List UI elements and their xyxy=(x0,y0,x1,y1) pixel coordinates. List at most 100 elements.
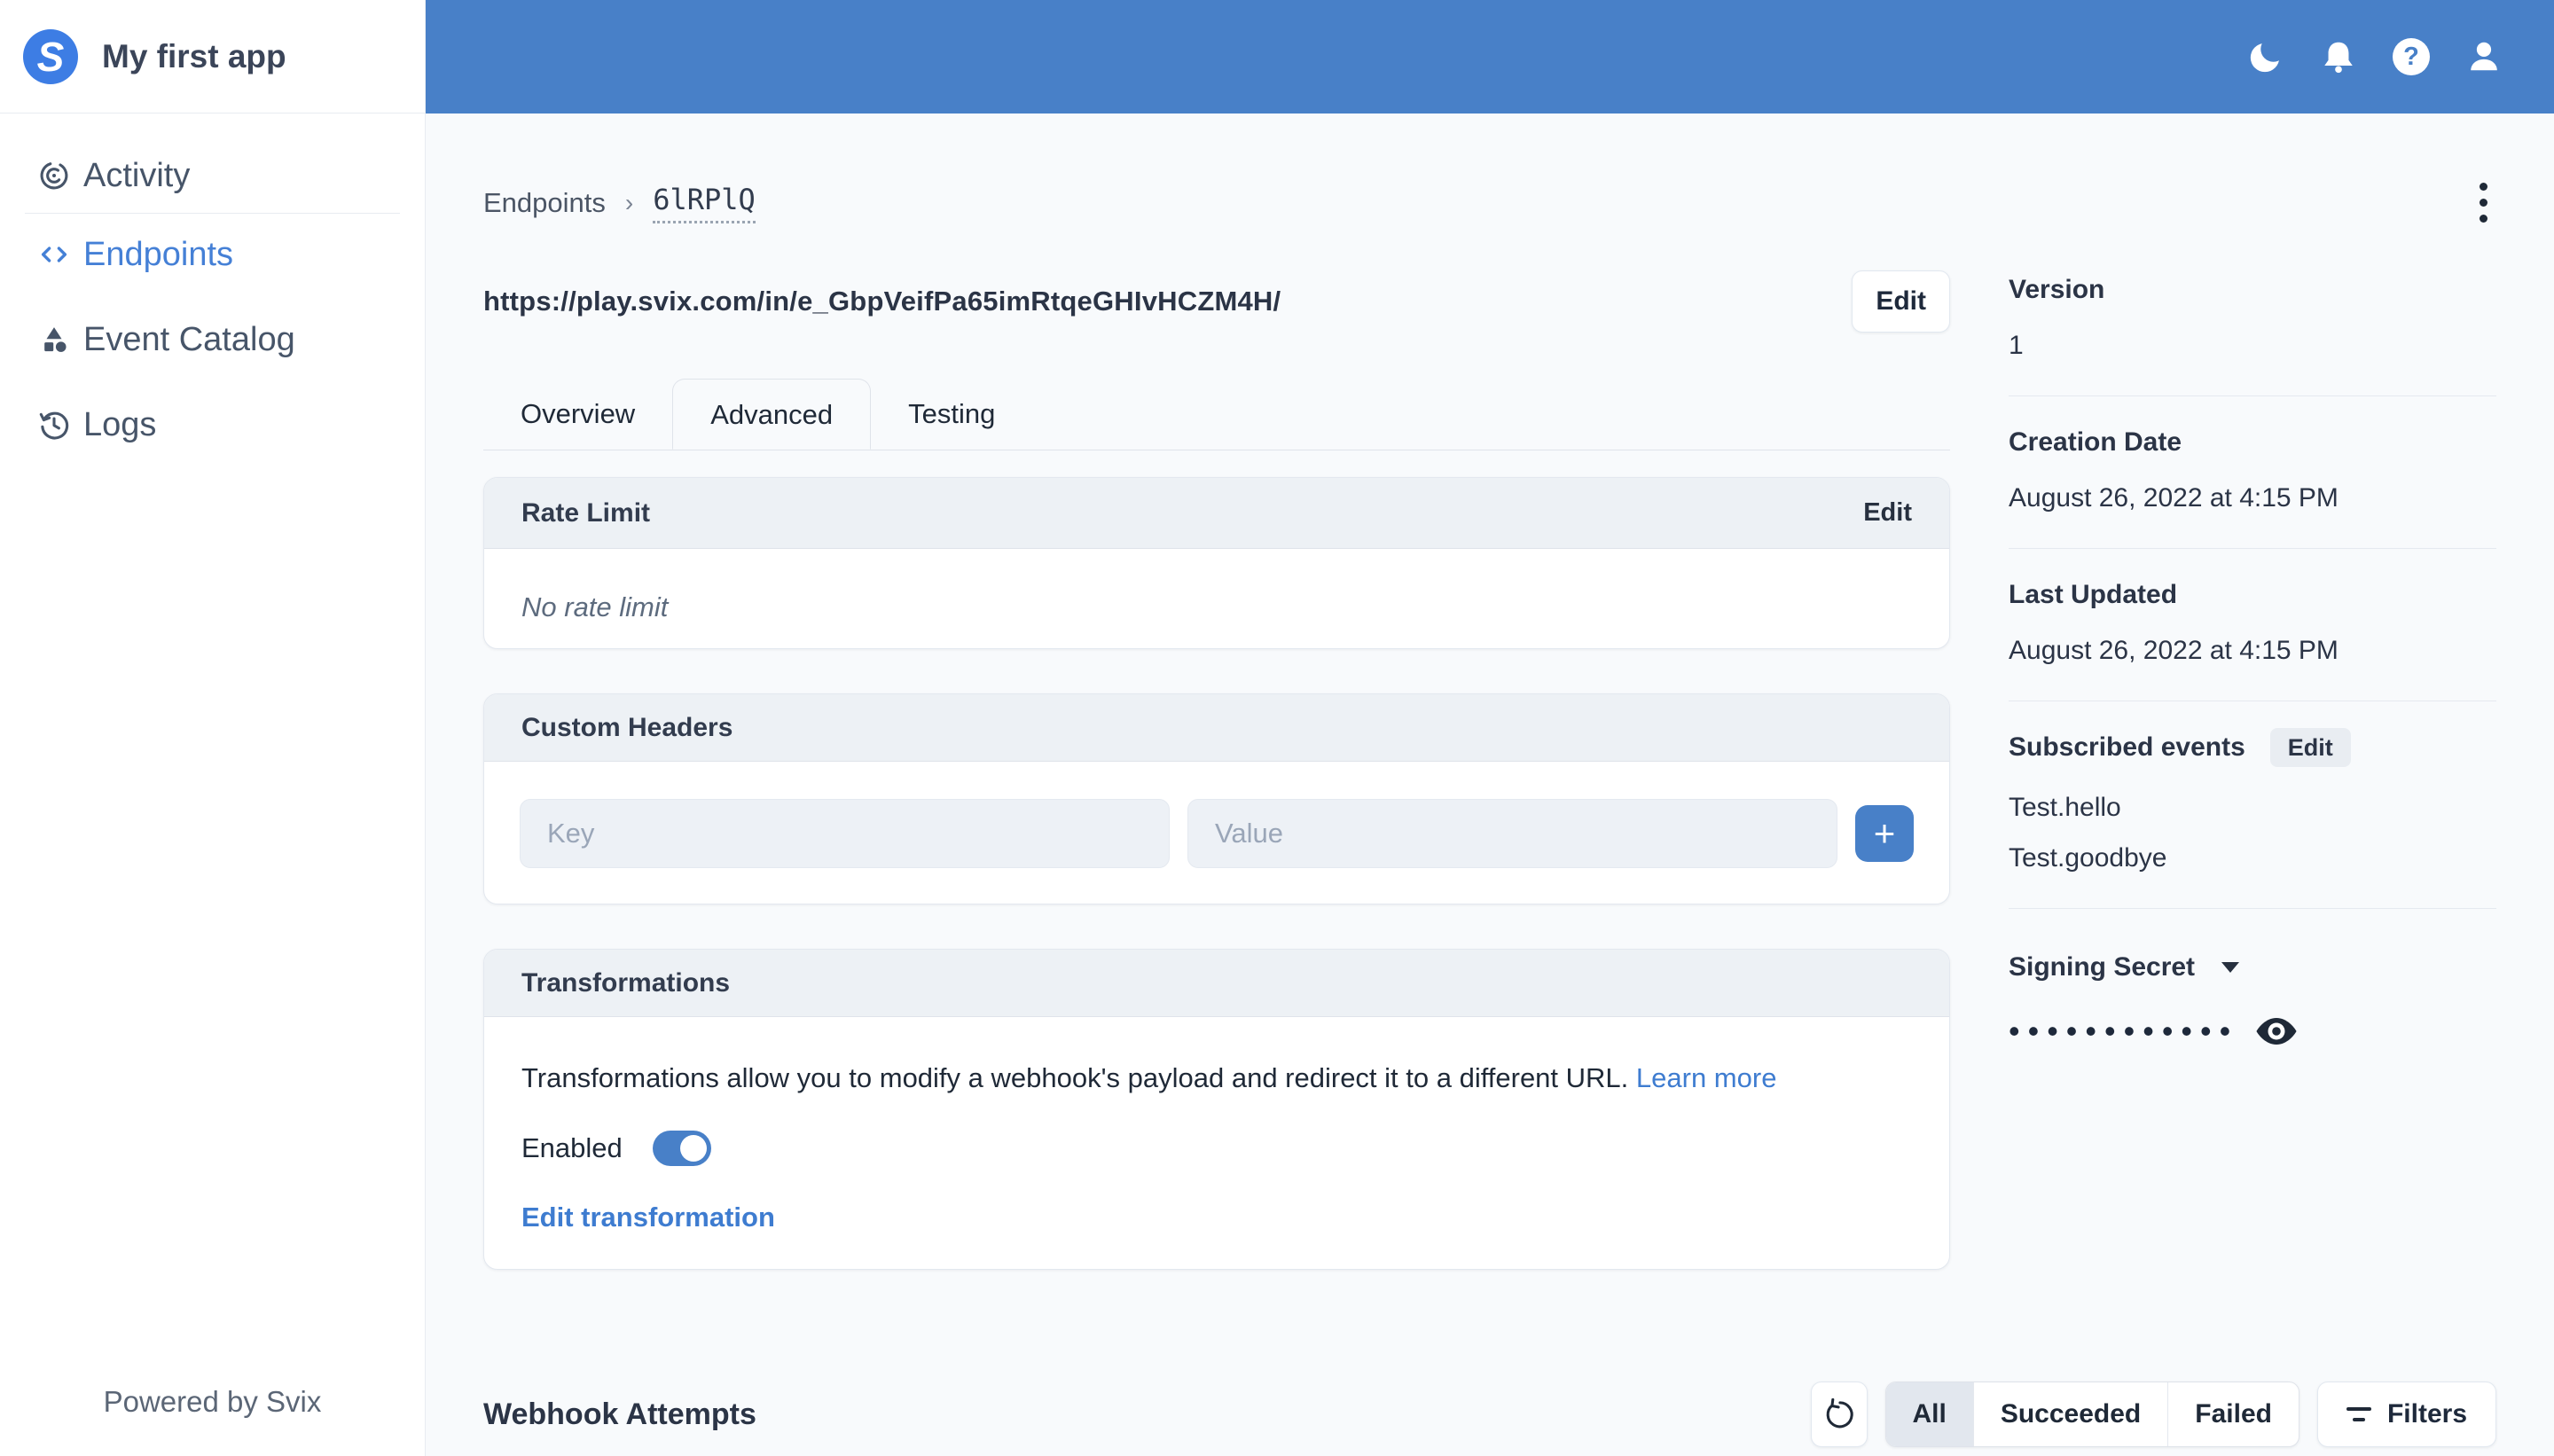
help-question-glyph: ? xyxy=(2393,38,2430,75)
app-root: S My first app Activity Endpoints Event … xyxy=(0,0,2554,1456)
custom-headers-header: Custom Headers xyxy=(484,694,1949,762)
refresh-button[interactable] xyxy=(1810,1382,1868,1447)
subscribed-event-item: Test.hello xyxy=(2009,793,2121,822)
activity-icon xyxy=(39,160,69,191)
attempts-filter-segmented-control: All Succeeded Failed xyxy=(1884,1382,2299,1447)
enabled-row: Enabled xyxy=(521,1129,1912,1168)
transformations-description-text: Transformations allow you to modify a we… xyxy=(521,1062,1629,1093)
endpoint-url-row: https://play.svix.com/in/e_GbpVeifPa65im… xyxy=(483,270,1950,333)
content-header: Endpoints › 6lRPlQ xyxy=(483,177,2496,228)
filter-succeeded-button[interactable]: Succeeded xyxy=(1972,1382,2167,1446)
breadcrumb-endpoints-link[interactable]: Endpoints xyxy=(483,187,606,219)
dark-mode-moon-icon[interactable] xyxy=(2245,36,2286,77)
panel-divider xyxy=(2009,548,2496,549)
reveal-secret-eye-icon[interactable] xyxy=(2256,1016,2297,1046)
tab-advanced[interactable]: Advanced xyxy=(672,379,872,450)
tab-overview[interactable]: Overview xyxy=(483,379,672,450)
endpoint-main-column: https://play.svix.com/in/e_GbpVeifPa65im… xyxy=(483,270,1950,1270)
panel-divider xyxy=(2009,395,2496,396)
powered-by-svix: Powered by Svix xyxy=(103,1385,322,1418)
sidebar-item-activity[interactable]: Activity xyxy=(0,144,425,207)
endpoint-url: https://play.svix.com/in/e_GbpVeifPa65im… xyxy=(483,286,1281,317)
subscribed-events-label: Subscribed events xyxy=(2009,732,2245,762)
svix-logo: S xyxy=(23,28,78,84)
subscribed-events-header: Subscribed events Edit xyxy=(2009,728,2496,767)
signing-secret-masked-value: •••••••••••• xyxy=(2009,1013,2239,1049)
rate-limit-edit-button[interactable]: Edit xyxy=(1863,498,1912,528)
history-clock-icon xyxy=(39,410,69,440)
breadcrumb-endpoint-id[interactable]: 6lRPlQ xyxy=(653,183,756,223)
add-header-button[interactable]: + xyxy=(1855,805,1914,862)
breadcrumb-separator: › xyxy=(624,188,634,216)
webhook-attempts-section: Webhook Attempts All Succeeded Failed Fi… xyxy=(483,1382,2496,1447)
enabled-label: Enabled xyxy=(521,1132,623,1163)
rate-limit-card: Rate Limit Edit No rate limit xyxy=(483,477,1950,649)
sidebar-item-label: Logs xyxy=(83,405,157,443)
notifications-bell-icon[interactable] xyxy=(2318,36,2359,77)
content: Endpoints › 6lRPlQ https://play.svix.com… xyxy=(426,114,2554,1456)
endpoint-tabs: Overview Advanced Testing xyxy=(483,379,1950,450)
filter-failed-button[interactable]: Failed xyxy=(2167,1382,2299,1446)
rate-limit-header: Rate Limit Edit xyxy=(484,478,1949,549)
creation-date-label: Creation Date xyxy=(2009,427,2182,457)
shapes-icon xyxy=(39,325,69,355)
last-updated-label: Last Updated xyxy=(2009,580,2178,609)
version-label: Version xyxy=(2009,275,2105,304)
sidebar-item-label: Endpoints xyxy=(83,235,234,273)
transformations-toggle[interactable] xyxy=(652,1131,711,1166)
custom-headers-body: + xyxy=(484,762,1949,904)
main-area: ? Endpoints › 6lRPlQ https://play.svix.c… xyxy=(426,0,2554,1456)
filter-all-button[interactable]: All xyxy=(1885,1382,1973,1446)
filters-button[interactable]: Filters xyxy=(2316,1382,2496,1447)
learn-more-link[interactable]: Learn more xyxy=(1636,1062,1777,1093)
last-updated-value: August 26, 2022 at 4:15 PM xyxy=(2009,636,2339,665)
signing-secret-label: Signing Secret xyxy=(2009,952,2196,982)
transformations-body: Transformations allow you to modify a we… xyxy=(484,1017,1949,1269)
layout-row: https://play.svix.com/in/e_GbpVeifPa65im… xyxy=(483,270,2496,1270)
no-rate-limit-text: No rate limit xyxy=(521,591,669,622)
sidebar-item-event-catalog[interactable]: Event Catalog xyxy=(0,308,425,372)
endpoint-details-panel: Version 1 Creation Date August 26, 2022 … xyxy=(2009,270,2496,1047)
webhook-attempts-title: Webhook Attempts xyxy=(483,1397,756,1431)
breadcrumb: Endpoints › 6lRPlQ xyxy=(483,183,756,223)
app-name: My first app xyxy=(102,37,286,74)
signing-secret-row: •••••••••••• xyxy=(2009,1015,2496,1047)
custom-headers-card: Custom Headers + xyxy=(483,693,1950,904)
topbar: ? xyxy=(426,0,2554,114)
panel-divider xyxy=(2009,908,2496,909)
refresh-icon xyxy=(1826,1398,1853,1429)
transformations-card: Transformations Transformations allow yo… xyxy=(483,949,1950,1270)
edit-transformation-link[interactable]: Edit transformation xyxy=(521,1202,775,1233)
header-key-input[interactable] xyxy=(520,799,1170,868)
code-brackets-icon xyxy=(39,239,69,270)
sidebar-divider xyxy=(25,213,400,214)
kebab-menu-icon[interactable] xyxy=(2471,177,2496,228)
transformations-header: Transformations xyxy=(484,950,1949,1017)
filter-lines-icon xyxy=(2346,1407,2371,1421)
version-value: 1 xyxy=(2009,331,2024,360)
edit-url-button[interactable]: Edit xyxy=(1852,270,1950,333)
rate-limit-body: No rate limit xyxy=(484,549,1949,648)
sidebar-item-logs[interactable]: Logs xyxy=(0,393,425,457)
transformations-description: Transformations allow you to modify a we… xyxy=(521,1058,1912,1099)
help-icon[interactable]: ? xyxy=(2391,36,2432,77)
signing-secret-dropdown[interactable]: Signing Secret xyxy=(2009,948,2496,987)
sidebar-item-endpoints[interactable]: Endpoints xyxy=(0,223,425,286)
subscribed-events-edit-button[interactable]: Edit xyxy=(2269,728,2351,767)
sidebar-header: S My first app xyxy=(0,0,425,114)
sidebar-nav: Activity Endpoints Event Catalog Logs xyxy=(0,114,425,1385)
subscribed-event-item: Test.goodbye xyxy=(2009,843,2167,873)
chevron-down-icon xyxy=(2221,962,2240,973)
filters-button-label: Filters xyxy=(2386,1399,2467,1429)
custom-headers-title: Custom Headers xyxy=(521,712,733,742)
transformations-title: Transformations xyxy=(521,967,731,998)
webhook-attempts-controls: All Succeeded Failed Filters xyxy=(1810,1382,2496,1447)
creation-date-value: August 26, 2022 at 4:15 PM xyxy=(2009,483,2339,513)
sidebar-item-label: Activity xyxy=(83,156,191,194)
tab-testing[interactable]: Testing xyxy=(871,379,1032,450)
user-account-icon[interactable] xyxy=(2464,36,2504,77)
sidebar-item-label: Event Catalog xyxy=(83,320,295,358)
sidebar: S My first app Activity Endpoints Event … xyxy=(0,0,426,1456)
header-value-input[interactable] xyxy=(1187,799,1837,868)
rate-limit-title: Rate Limit xyxy=(521,497,651,528)
